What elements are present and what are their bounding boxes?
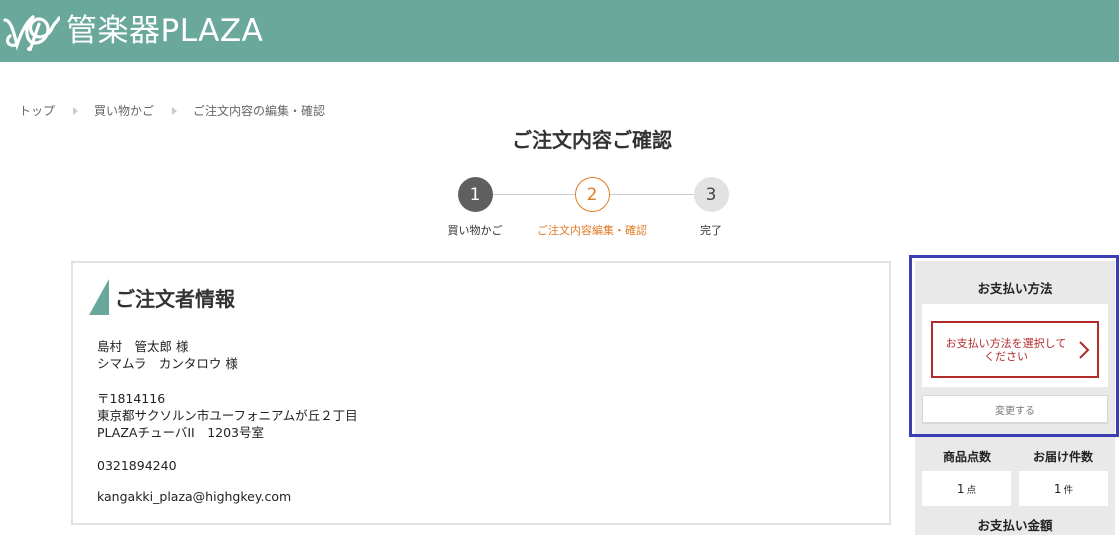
page-title: ご注文内容ご確認 bbox=[512, 128, 672, 152]
address-line-2: PLAZAチューバII 1203号室 bbox=[97, 425, 265, 440]
section-title: ご注文者情報 bbox=[115, 286, 235, 311]
payment-method-title: お支払い方法 bbox=[977, 281, 1053, 296]
address-line-1: 東京都サクソルン市ユーフォニアムが丘２丁目 bbox=[97, 408, 358, 423]
breadcrumb-separator-icon bbox=[172, 106, 178, 115]
breadcrumb: トップ 買い物かご ご注文内容の編集・確認 bbox=[19, 102, 325, 119]
delivery-count-value: 1 bbox=[1053, 481, 1062, 496]
orderer-phone: 0321894240 bbox=[97, 458, 177, 473]
change-payment-button[interactable]: 変更する bbox=[922, 395, 1108, 423]
orderer-name: 島村 管太郎 様 bbox=[97, 339, 189, 354]
item-count-box: 1点 bbox=[922, 471, 1011, 506]
postal-code: 〒1814116 bbox=[97, 391, 166, 406]
breadcrumb-current: ご注文内容の編集・確認 bbox=[193, 104, 326, 118]
step-confirm: 2 ご注文内容編集・確認 bbox=[537, 177, 647, 238]
delivery-count-label: お届け件数 bbox=[1032, 450, 1093, 464]
step-label: 完了 bbox=[700, 224, 722, 237]
chevron-right-icon bbox=[1079, 340, 1090, 359]
item-count-unit: 点 bbox=[966, 484, 977, 496]
section-heading: ご注文者情報 bbox=[89, 279, 235, 315]
delivery-count-box: 1件 bbox=[1019, 471, 1108, 506]
breadcrumb-cart-link[interactable]: 買い物かご bbox=[94, 102, 154, 119]
orderer-email: kangakki_plaza@highgkey.com bbox=[97, 489, 292, 504]
heading-accent-icon bbox=[89, 279, 109, 315]
select-payment-method-button[interactable]: お支払い方法を選択してください bbox=[931, 321, 1099, 378]
item-count-value: 1 bbox=[956, 481, 965, 496]
orderer-name-kana: シマムラ カンタロウ 様 bbox=[97, 356, 238, 371]
delivery-count-unit: 件 bbox=[1063, 484, 1074, 496]
select-payment-method-label: お支払い方法を選択してください bbox=[945, 336, 1067, 363]
brand-name: 管楽器PLAZA bbox=[66, 13, 264, 49]
breadcrumb-separator-icon bbox=[73, 106, 79, 115]
site-header: 管楽器PLAZA bbox=[0, 0, 1119, 62]
site-logo[interactable]: 管楽器PLAZA bbox=[2, 10, 263, 52]
clef-music-icon bbox=[3, 15, 60, 51]
step-number: 3 bbox=[693, 177, 729, 212]
step-complete: 3 完了 bbox=[656, 177, 766, 238]
checkout-steps: 1 買い物かご 2 ご注文内容編集・確認 3 完了 bbox=[440, 177, 740, 247]
step-label: 買い物かご bbox=[447, 224, 503, 237]
orderer-name-block: 島村 管太郎 様 シマムラ カンタロウ 様 bbox=[97, 338, 238, 372]
breadcrumb-top-link[interactable]: トップ bbox=[19, 102, 55, 119]
step-number: 1 bbox=[457, 177, 493, 212]
item-count-label: 商品点数 bbox=[942, 450, 991, 464]
step-number: 2 bbox=[574, 177, 610, 212]
step-label: ご注文内容編集・確認 bbox=[537, 224, 647, 237]
orderer-address-block: 〒1814116 東京都サクソルン市ユーフォニアムが丘２丁目 PLAZAチューバ… bbox=[97, 390, 358, 441]
payment-total-label: お支払い金額 bbox=[977, 518, 1053, 533]
orderer-info-card: ご注文者情報 島村 管太郎 様 シマムラ カンタロウ 様 〒1814116 東京… bbox=[71, 261, 891, 525]
step-cart: 1 買い物かご bbox=[420, 177, 530, 238]
